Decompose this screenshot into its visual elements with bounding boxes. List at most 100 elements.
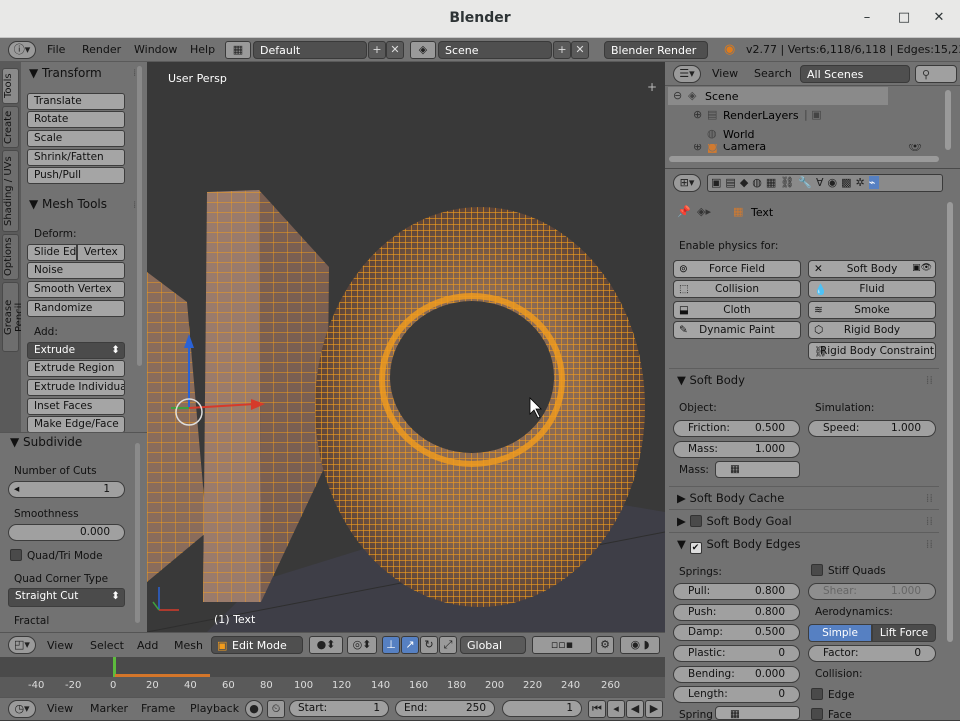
checkbox-checked-icon[interactable]: ✔ <box>689 542 702 554</box>
display-filter-select[interactable]: All Scenes <box>800 65 910 83</box>
quad-corner-select[interactable]: Straight Cut ⬍ <box>8 588 125 607</box>
randomize-button[interactable]: Randomize <box>27 300 125 317</box>
transform-panel-title[interactable]: ▼ Transform <box>29 66 102 80</box>
mesh-tools-panel-title[interactable]: ▼ Mesh Tools <box>29 197 107 211</box>
expand-icon[interactable]: ⊕ <box>693 108 702 121</box>
list-item[interactable]: ⊕ ◙ Camera 👁 <box>668 144 938 154</box>
spring-vertex-group-field[interactable]: ▦ <box>715 706 800 720</box>
end-frame-field[interactable]: End: 250 <box>395 700 495 717</box>
render-tab-icon[interactable]: ▣ <box>711 176 725 189</box>
world-tab-icon[interactable]: ◍ <box>752 176 766 189</box>
noise-button[interactable]: Noise <box>27 262 125 279</box>
record-icon[interactable]: ● <box>245 700 263 718</box>
face-collision-checkbox[interactable]: Face <box>811 708 852 721</box>
inset-faces-button[interactable]: Inset Faces <box>27 398 125 415</box>
outliner-hscrollbar[interactable] <box>669 156 939 162</box>
list-item[interactable]: ⊕ ▤ RenderLayers | ▣ <box>668 106 888 124</box>
menu-add[interactable]: Add <box>137 639 158 652</box>
menu-view[interactable]: View <box>712 67 738 80</box>
damp-field[interactable]: Damp: 0.500 <box>673 624 800 641</box>
length-field[interactable]: Length: 0 <box>673 686 800 703</box>
speed-field[interactable]: Speed: 1.000 <box>808 420 936 437</box>
add-scene-icon[interactable]: + <box>553 41 571 59</box>
properties-context-tabs[interactable]: ▣▤◆◍▦⛓🔧∀◉▩✲⌁ <box>707 174 943 192</box>
aero-simple-button[interactable]: Simple <box>808 624 872 642</box>
drag-handle-icon[interactable]: ⁞⁞ <box>926 491 933 505</box>
menu-select[interactable]: Select <box>90 639 124 652</box>
menu-frame[interactable]: Frame <box>141 702 175 715</box>
limit-selection-icon[interactable]: ⚙ <box>596 636 614 654</box>
select-mode-icons[interactable]: ▫▫▪ <box>532 636 592 654</box>
visibility-icon[interactable]: 👁 <box>908 144 922 153</box>
scene-icon[interactable]: ◈ <box>410 41 436 59</box>
smoothness-field[interactable]: 0.000 <box>8 524 125 541</box>
menu-search[interactable]: Search <box>754 67 792 80</box>
shrink-fatten-button[interactable]: Shrink/Fatten <box>27 149 125 166</box>
constraints-tab-icon[interactable]: ⛓ <box>780 176 798 189</box>
drag-handle-icon[interactable]: ⁞⁞ <box>926 537 933 551</box>
smoke-button[interactable]: ≋ Smoke <box>808 301 936 319</box>
rigid-body-button[interactable]: ⬡ Rigid Body <box>808 321 936 339</box>
plastic-field[interactable]: Plastic: 0 <box>673 645 800 662</box>
pull-field[interactable]: Pull: 0.800 <box>673 583 800 600</box>
mass-vertex-group-field[interactable]: ▦ <box>715 461 800 478</box>
menu-file[interactable]: File <box>47 43 65 56</box>
properties-scrollbar[interactable] <box>947 202 953 642</box>
force-field-button[interactable]: ⊚ Force Field <box>673 260 801 278</box>
bending-field[interactable]: Bending: 0.000 <box>673 666 800 683</box>
vertex-slide-button[interactable]: Vertex <box>77 244 125 261</box>
fluid-button[interactable]: 💧 Fluid <box>808 280 936 298</box>
tab-grease-pencil[interactable]: Grease Pencil <box>2 282 25 352</box>
soft-body-goal-panel-header[interactable]: ▶ Soft Body Goal ⁞⁞ <box>669 509 939 531</box>
expand-icon[interactable]: ⊕ <box>693 144 702 153</box>
texture-tab-icon[interactable]: ▩ <box>841 176 855 189</box>
maximize-icon[interactable]: □ <box>895 10 913 25</box>
tab-shading-uvs[interactable]: Shading / UVs <box>2 150 19 232</box>
translate-manipulator-icon[interactable]: ↗ <box>401 636 419 654</box>
list-item[interactable]: ◍ World <box>668 125 888 143</box>
tab-options[interactable]: Options <box>2 234 19 280</box>
soft-body-button[interactable]: ✕ Soft Body ▣👁 <box>808 260 936 278</box>
push-pull-button[interactable]: Push/Pull <box>27 167 125 184</box>
list-item[interactable]: ⊖ ◈ Scene <box>668 87 888 105</box>
editor-type-icon[interactable]: ◷▾ <box>8 700 36 718</box>
editor-type-icon[interactable]: ⓘ▾ <box>8 41 36 59</box>
jump-start-icon[interactable]: ⏮ <box>588 700 606 718</box>
manipulator-toggle-icon[interactable]: ⊥ <box>382 636 400 654</box>
proportional-edit-icon[interactable]: ◉ ◗ <box>620 636 660 654</box>
scene-tab-icon[interactable]: ◆ <box>740 176 752 189</box>
editor-type-icon[interactable]: ⊞▾ <box>673 174 701 192</box>
remove-scene-icon[interactable]: ✕ <box>571 41 589 59</box>
mass-field[interactable]: Mass: 1.000 <box>673 441 800 458</box>
redo-scrollbar[interactable] <box>135 443 140 623</box>
editor-type-icon[interactable]: ☰▾ <box>673 65 701 83</box>
checkbox-icon[interactable] <box>689 515 702 527</box>
menu-view[interactable]: View <box>47 702 73 715</box>
render-engine-select[interactable]: Blender Render <box>604 41 708 59</box>
smooth-vertex-button[interactable]: Smooth Vertex <box>27 281 125 298</box>
material-tab-icon[interactable]: ◉ <box>828 176 842 189</box>
shelf-scrollbar[interactable] <box>137 66 142 366</box>
menu-render[interactable]: Render <box>82 43 121 56</box>
soft-body-edges-panel-header[interactable]: ▼ ✔ Soft Body Edges ⁞⁞ <box>669 532 939 554</box>
rotate-manipulator-icon[interactable]: ↻ <box>420 636 438 654</box>
shear-field[interactable]: Shear: 1.000 <box>808 583 936 600</box>
cloth-button[interactable]: ⬓ Cloth <box>673 301 801 319</box>
pivot-point-icon[interactable]: ◎⬍ <box>347 636 377 654</box>
extrude-select[interactable]: Extrude ⬍ <box>27 342 125 359</box>
aero-lift-force-button[interactable]: Lift Force <box>872 624 936 642</box>
translate-button[interactable]: Translate <box>27 93 125 110</box>
orientation-select[interactable]: Global <box>460 636 526 654</box>
modifiers-tab-icon[interactable]: 🔧 <box>798 176 816 189</box>
rigid-body-constraint-button[interactable]: ⛓ Rigid Body Constraint <box>808 342 936 360</box>
prev-keyframe-icon[interactable]: ◂ <box>607 700 625 718</box>
screen-layout-field[interactable]: Default <box>253 41 367 59</box>
outliner-vscrollbar[interactable] <box>945 90 951 150</box>
scene-field[interactable]: Scene <box>438 41 552 59</box>
menu-marker[interactable]: Marker <box>90 702 128 715</box>
play-icon[interactable]: ▶ <box>645 700 663 718</box>
factor-field[interactable]: Factor: 0 <box>808 645 936 662</box>
extrude-region-button[interactable]: Extrude Region <box>27 360 125 377</box>
particles-tab-icon[interactable]: ✲ <box>856 176 869 189</box>
subdivide-panel-title[interactable]: ▼ Subdivide <box>10 435 82 449</box>
